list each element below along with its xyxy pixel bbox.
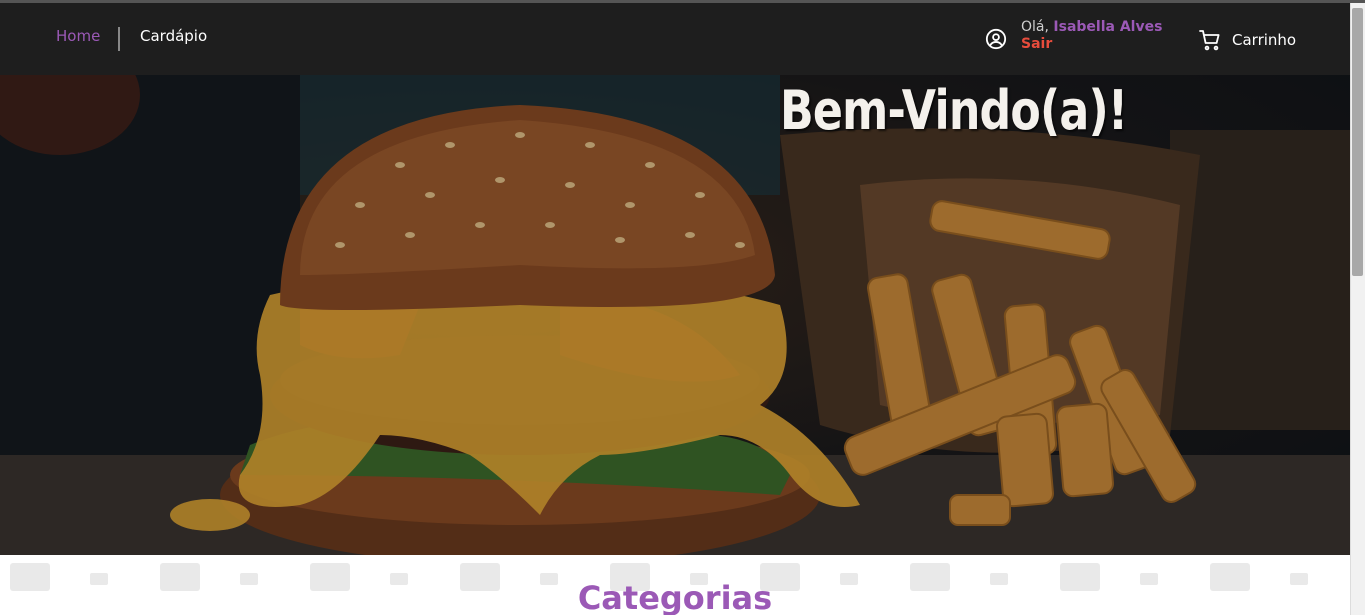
page: Home Cardápio Olá, Isabella Alves Sair C… [0, 0, 1365, 615]
hero-title: Bem-Vindo(a)! [780, 79, 1128, 142]
cart-link[interactable]: Carrinho [1198, 27, 1296, 53]
categories-title: Categorias [577, 579, 773, 615]
nav-divider [118, 27, 120, 51]
burger-and-fries-photo [0, 75, 1350, 555]
logout-link[interactable]: Sair [1021, 36, 1052, 53]
scrollbar-thumb[interactable] [1352, 8, 1363, 276]
cart-icon [1199, 30, 1220, 51]
greeting-text: Olá, [1021, 19, 1049, 35]
categories-section: Categorias [0, 555, 1350, 615]
navbar: Home Cardápio Olá, Isabella Alves Sair C… [0, 3, 1350, 75]
nav-home-link[interactable]: Home [56, 27, 100, 45]
hero-banner: Bem-Vindo(a)! [0, 75, 1350, 555]
cart-label: Carrinho [1232, 31, 1297, 49]
user-greeting: Olá, Isabella Alves [1021, 19, 1162, 36]
user-icon[interactable] [985, 28, 1007, 50]
user-name: Isabella Alves [1053, 19, 1163, 35]
nav-menu-link[interactable]: Cardápio [140, 27, 207, 45]
